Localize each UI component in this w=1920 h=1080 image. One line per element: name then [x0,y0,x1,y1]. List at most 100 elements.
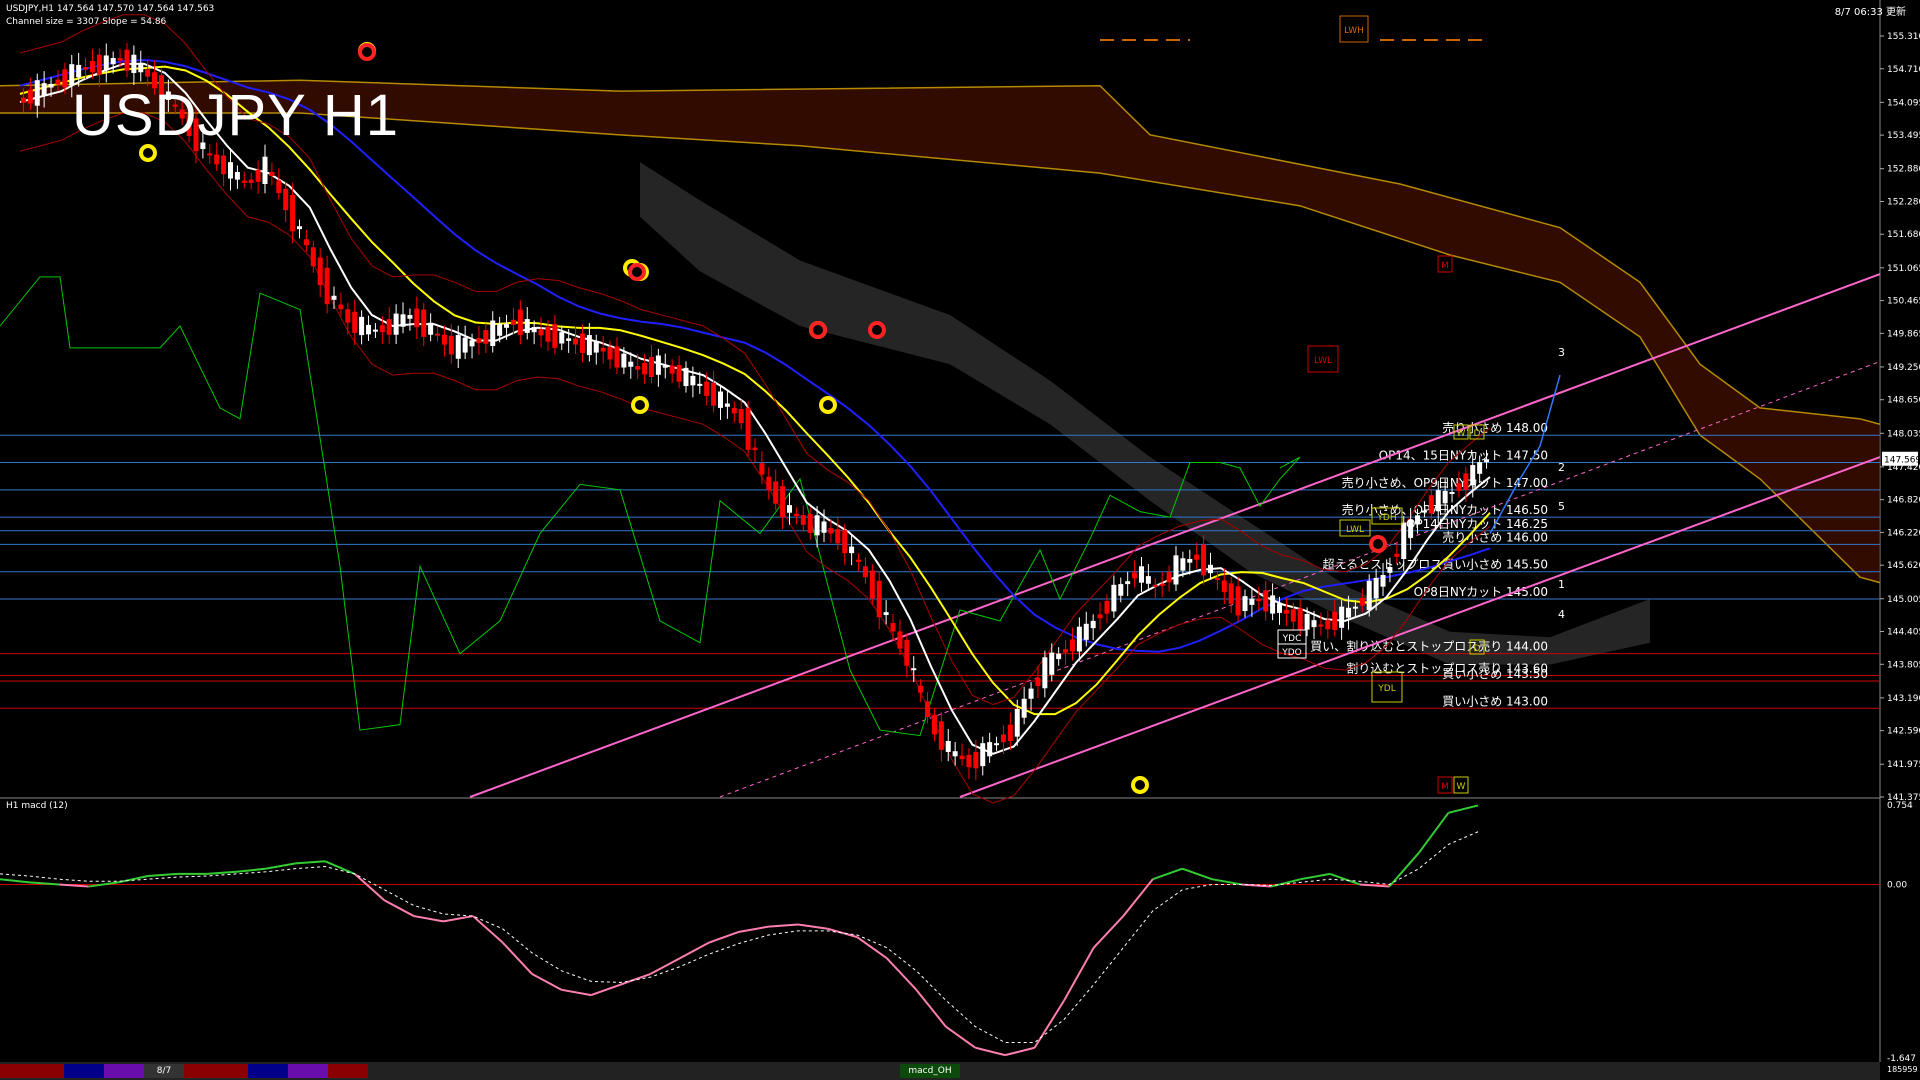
bear-candle [317,257,323,286]
level-label: OP14日NYカット 146.25 [1406,517,1548,531]
bear-candle [959,755,965,760]
bull-candle [469,340,475,347]
bear-candle [117,58,123,61]
bear-candle [248,179,254,183]
bear-candle [1063,649,1069,653]
bull-candle [76,64,82,78]
bull-candle [566,338,572,341]
timeframe-tab[interactable] [248,1064,288,1078]
bear-candle [614,346,620,368]
bull-candle [1408,520,1414,538]
timeframe-tab[interactable] [288,1064,328,1078]
timeframe-tab[interactable] [0,1064,64,1078]
bear-candle [96,54,102,75]
bear-candle [1214,577,1220,580]
timeframe-tab[interactable] [64,1064,104,1078]
fractal-marker-hole [143,148,153,158]
bear-candle [966,754,972,768]
bull-candle [227,162,233,179]
price-tick-label: 141.975 [1887,760,1920,770]
wave-label: 5 [1558,500,1565,513]
bull-candle [524,319,530,333]
bull-candle [1028,688,1034,699]
timeframe-tab[interactable] [184,1064,248,1078]
bull-candle [331,295,337,300]
bear-candle [435,333,441,336]
bull-candle [1401,522,1407,559]
bull-candle [980,743,986,767]
bear-candle [607,347,613,360]
bull-candle [683,367,689,387]
timeframe-tab[interactable]: macd_OH [900,1064,960,1078]
price-tick-label: 145.620 [1887,561,1920,571]
chart-canvas: 155.310 154.710 154.095 153.495 152.880 152.2… [0,0,1920,1080]
level-box-label: LWL [1314,356,1332,366]
bear-candle [303,239,309,246]
level-label: 売り小さめ 146.00 [1442,529,1548,544]
bull-candle [1145,576,1151,584]
wave-label: 4 [1558,608,1565,621]
bull-candle [1249,598,1255,605]
bear-candle [731,407,737,414]
bear-candle [448,335,454,355]
bull-candle [911,668,917,671]
timeframe-tab[interactable] [104,1064,144,1078]
price-tick-label: 144.405 [1887,628,1920,638]
bear-candle [414,308,420,328]
bull-candle [41,83,47,96]
bear-candle [1235,586,1241,616]
update-time: 8/7 06:33 更新 [1834,7,1906,18]
bear-candle [1007,724,1013,742]
bear-candle [214,154,220,165]
bear-candle [310,247,316,267]
bull-candle [1477,462,1483,474]
bull-candle [1118,584,1124,596]
macd-label: H1 macd (12) [6,801,68,811]
bull-candle [724,403,730,407]
wave-label: 1 [1558,578,1565,591]
bear-candle [421,309,427,337]
bear-candle [835,529,841,544]
bull-candle [1415,515,1421,525]
bull-candle [1339,606,1345,628]
bear-candle [124,49,130,71]
bull-candle [1449,491,1455,494]
bear-candle [704,381,710,396]
price-tick-label: 149.865 [1887,329,1920,339]
bull-candle [359,316,365,336]
bull-candle [1187,558,1193,563]
timeframe-tab[interactable] [328,1064,368,1078]
current-price-label: 147.569 [1884,456,1920,466]
bear-candle [545,326,551,342]
wave-label: 2 [1558,461,1565,474]
bear-candle [669,365,675,374]
symbol-quote: USDJPY,H1 147.564 147.570 147.564 147.56… [6,4,215,14]
bear-candle [1394,553,1400,557]
bull-candle [1352,606,1358,609]
bear-candle [55,79,61,85]
bear-candle [890,623,896,632]
bear-candle [897,631,903,649]
price-tick-label: 153.495 [1887,131,1920,141]
timeframe-tab[interactable]: 8/7 [144,1064,184,1078]
bull-candle [462,337,468,353]
bear-candle [1325,619,1331,630]
bear-candle [1228,583,1234,604]
level-box-label: LWH [1344,26,1364,36]
bull-candle [1014,708,1020,737]
bear-candle [345,309,351,323]
bear-candle [338,304,344,310]
bull-candle [1366,580,1372,610]
bear-candle [876,580,882,618]
price-tick-label: 143.805 [1887,660,1920,670]
bull-candle [1042,657,1048,689]
bear-candle [1332,611,1338,630]
bear-candle [207,153,213,156]
bear-candle [579,333,585,353]
bear-candle [800,514,806,525]
bear-candle [1159,583,1165,586]
bear-candle [1318,624,1324,627]
bull-candle [1138,566,1144,583]
bull-candle [131,54,137,73]
bear-candle [1283,609,1289,614]
